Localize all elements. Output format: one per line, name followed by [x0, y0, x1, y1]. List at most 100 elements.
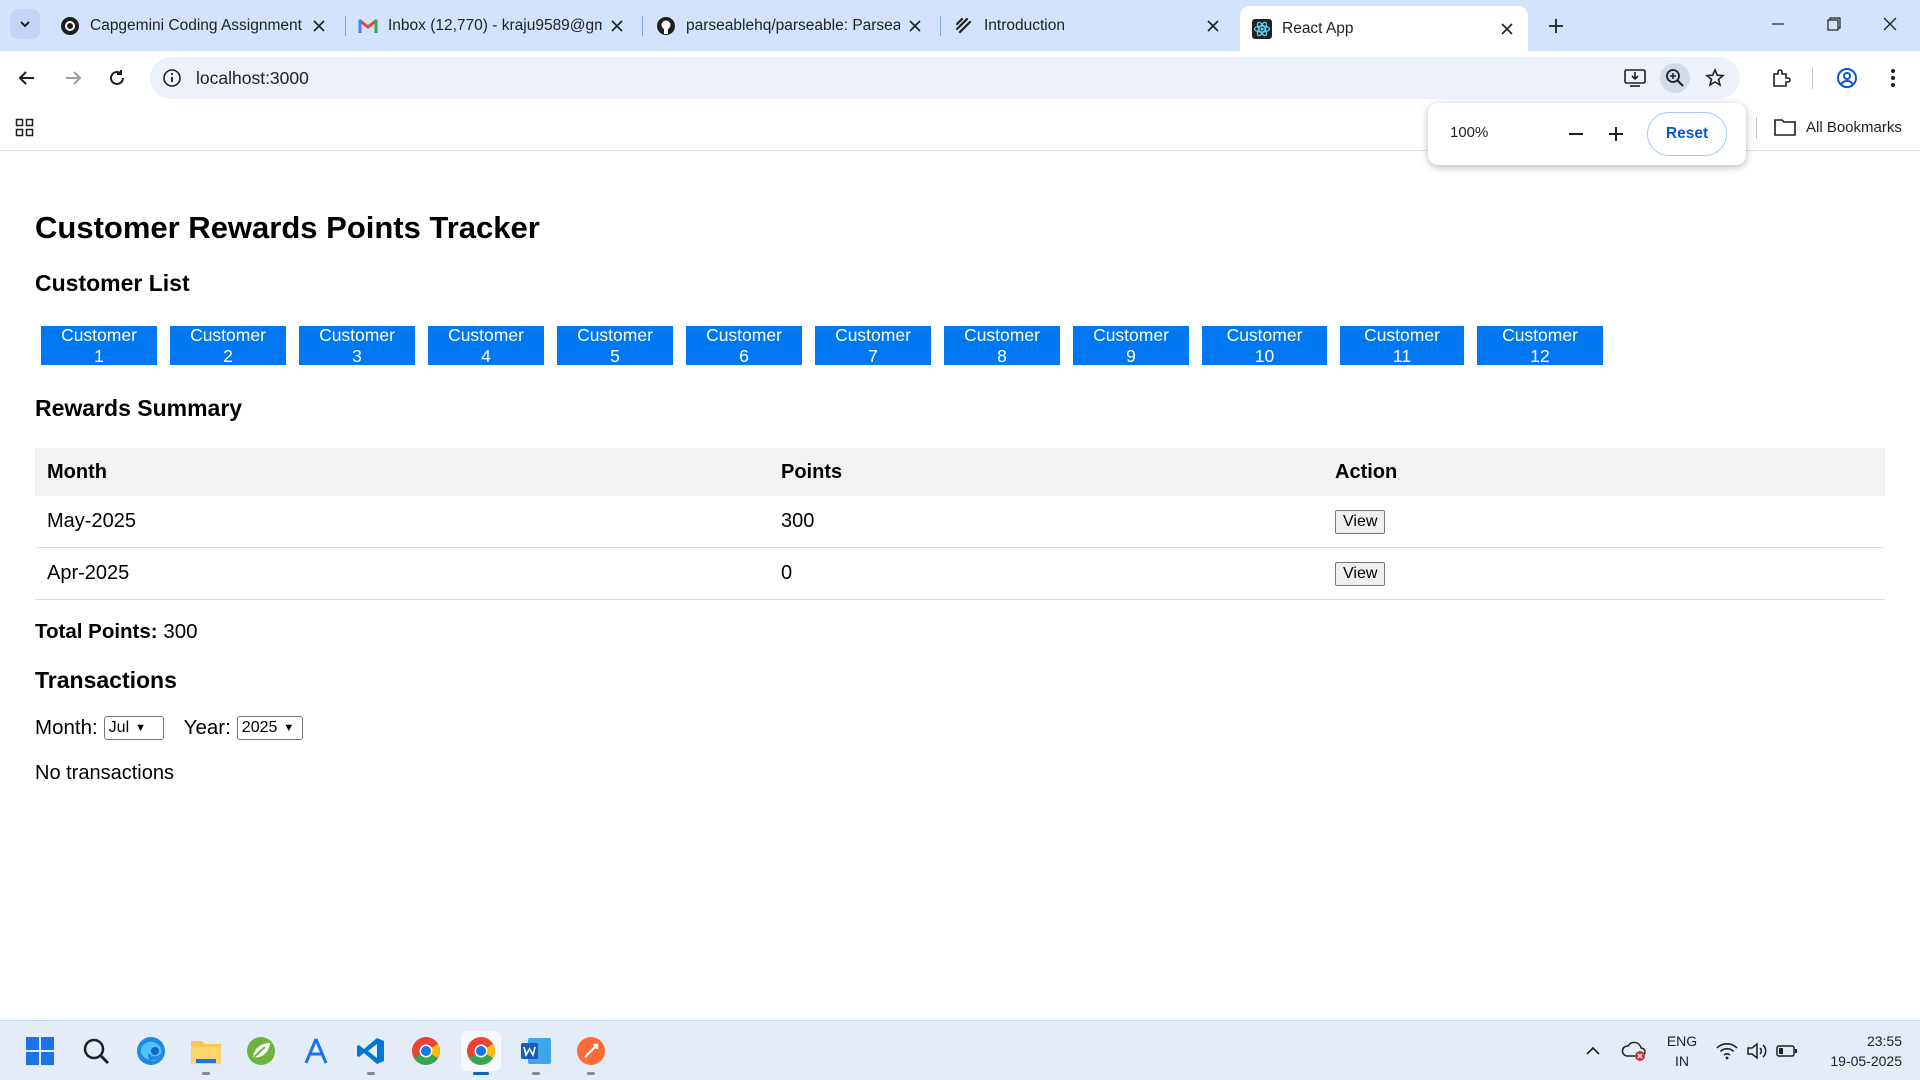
- tab-label: Capgemini Coding Assignment: [90, 16, 302, 34]
- customer-button[interactable]: Customer 2: [170, 325, 286, 366]
- taskbar-app-file-explorer[interactable]: [186, 1031, 226, 1075]
- install-app-button[interactable]: [1620, 63, 1650, 93]
- edge-icon: [137, 1037, 165, 1065]
- apps-button[interactable]: [12, 115, 38, 141]
- running-indicator: [202, 1072, 210, 1075]
- address-bar[interactable]: localhost:3000: [150, 57, 1740, 99]
- word-icon: [521, 1038, 551, 1064]
- customer-button[interactable]: Customer 12: [1477, 325, 1603, 366]
- install-icon: [1624, 69, 1646, 87]
- page-title: Customer Rewards Points Tracker: [35, 210, 540, 245]
- zoom-out-button[interactable]: [1561, 119, 1591, 149]
- chevron-down-icon: ▼: [135, 722, 147, 734]
- start-button[interactable]: [20, 1031, 60, 1071]
- zoom-popup: 100% Reset: [1428, 103, 1746, 165]
- volume-status[interactable]: [1742, 1031, 1772, 1071]
- taskbar-app-spring[interactable]: [241, 1031, 281, 1071]
- tab-introduction[interactable]: Introduction: [942, 6, 1234, 45]
- leaf-icon: [247, 1037, 275, 1065]
- onedrive-status-button[interactable]: [1618, 1031, 1650, 1071]
- taskbar-app-word[interactable]: [516, 1031, 556, 1075]
- tab-capgemini[interactable]: Capgemini Coding Assignment: [48, 6, 340, 45]
- customer-button[interactable]: Customer 7: [815, 325, 931, 366]
- customer-button[interactable]: Customer 5: [557, 325, 673, 366]
- back-button[interactable]: [10, 61, 44, 95]
- minimize-icon: [1772, 23, 1784, 25]
- tab-separator: [940, 16, 941, 36]
- taskbar-app-store[interactable]: [296, 1031, 336, 1071]
- minimize-button[interactable]: [1750, 0, 1806, 48]
- customer-button[interactable]: Customer 10: [1202, 325, 1327, 366]
- system-clock[interactable]: 23:55 19-05-2025: [1806, 1031, 1902, 1071]
- close-icon[interactable]: [310, 17, 328, 35]
- tab-react-app[interactable]: React App: [1240, 6, 1528, 51]
- close-icon[interactable]: [608, 17, 626, 35]
- action-cell: View: [1335, 496, 1386, 547]
- year-select[interactable]: 2025 ▼: [236, 716, 303, 740]
- tab-search-button[interactable]: [10, 9, 40, 39]
- taskbar-app-postman[interactable]: [571, 1031, 611, 1075]
- url-text[interactable]: localhost:3000: [196, 68, 309, 89]
- table-header-row: Month Points Action: [35, 448, 1885, 496]
- github-favicon-icon: [656, 16, 676, 36]
- action-cell: View: [1335, 548, 1386, 599]
- customer-button[interactable]: Customer 9: [1073, 325, 1189, 366]
- browser-toolbar: localhost:3000: [0, 51, 1920, 106]
- customer-button[interactable]: Customer 4: [428, 325, 544, 366]
- language-code: ENG: [1666, 1033, 1698, 1049]
- plus-icon: [1549, 19, 1563, 33]
- taskbar-app-edge[interactable]: [131, 1031, 171, 1071]
- show-hidden-icons-button[interactable]: [1578, 1031, 1608, 1071]
- wifi-icon: [1716, 1043, 1738, 1060]
- running-indicator: [367, 1072, 375, 1075]
- tab-separator: [642, 16, 643, 36]
- close-icon[interactable]: [906, 17, 924, 35]
- info-icon[interactable]: [162, 68, 182, 88]
- bookmark-star-button[interactable]: [1700, 63, 1730, 93]
- zoom-in-button[interactable]: [1601, 119, 1631, 149]
- tab-gmail[interactable]: Inbox (12,770) - kraju9589@gm: [346, 6, 638, 45]
- zoom-reset-button[interactable]: Reset: [1647, 112, 1727, 156]
- points-cell: 300: [781, 510, 815, 532]
- clock-date: 19-05-2025: [1830, 1053, 1902, 1069]
- year-label: Year:: [183, 716, 231, 739]
- reload-button[interactable]: [100, 61, 134, 95]
- battery-status[interactable]: [1772, 1031, 1802, 1071]
- restore-button[interactable]: [1806, 0, 1862, 48]
- extensions-button[interactable]: [1764, 61, 1798, 95]
- profile-icon: [1837, 68, 1857, 88]
- profile-button[interactable]: [1830, 61, 1864, 95]
- customer-button[interactable]: Customer 1: [41, 325, 157, 366]
- all-bookmarks-button[interactable]: All Bookmarks: [1774, 114, 1902, 140]
- view-button[interactable]: View: [1335, 509, 1386, 534]
- close-icon[interactable]: [1204, 17, 1222, 35]
- forward-button[interactable]: [56, 61, 90, 95]
- all-bookmarks-label: All Bookmarks: [1806, 118, 1902, 136]
- close-icon[interactable]: [1498, 20, 1516, 38]
- zoom-icon: [1666, 69, 1684, 87]
- customer-list: Customer 1 Customer 2 Customer 3 Custome…: [41, 325, 1616, 366]
- customer-button[interactable]: Customer 6: [686, 325, 802, 366]
- taskbar-app-chrome[interactable]: [406, 1031, 446, 1071]
- rewards-summary-heading: Rewards Summary: [35, 395, 243, 421]
- speaker-icon: [1747, 1042, 1767, 1060]
- customer-button[interactable]: Customer 11: [1340, 325, 1464, 366]
- close-window-button[interactable]: [1862, 0, 1918, 48]
- taskbar-app-vscode[interactable]: [351, 1031, 391, 1075]
- language-indicator[interactable]: ENG IN: [1660, 1031, 1704, 1071]
- tab-github[interactable]: parseablehq/parseable: Parseab: [644, 6, 936, 45]
- month-select[interactable]: Jul ▼: [103, 716, 164, 740]
- zoom-button[interactable]: [1660, 63, 1690, 93]
- new-tab-button[interactable]: [1542, 12, 1570, 40]
- taskbar-search-button[interactable]: [76, 1031, 116, 1071]
- tab-label: parseablehq/parseable: Parseab: [686, 16, 900, 34]
- chevron-down-icon: ▼: [283, 722, 295, 734]
- wifi-status[interactable]: [1712, 1031, 1742, 1071]
- menu-button[interactable]: [1876, 61, 1910, 95]
- month-select-value: Jul: [108, 719, 130, 736]
- customer-button[interactable]: Customer 8: [944, 325, 1060, 366]
- taskbar-app-chrome-active[interactable]: [461, 1031, 501, 1075]
- arrow-right-icon: [66, 71, 82, 85]
- view-button[interactable]: View: [1335, 561, 1386, 586]
- customer-button[interactable]: Customer 3: [299, 325, 415, 366]
